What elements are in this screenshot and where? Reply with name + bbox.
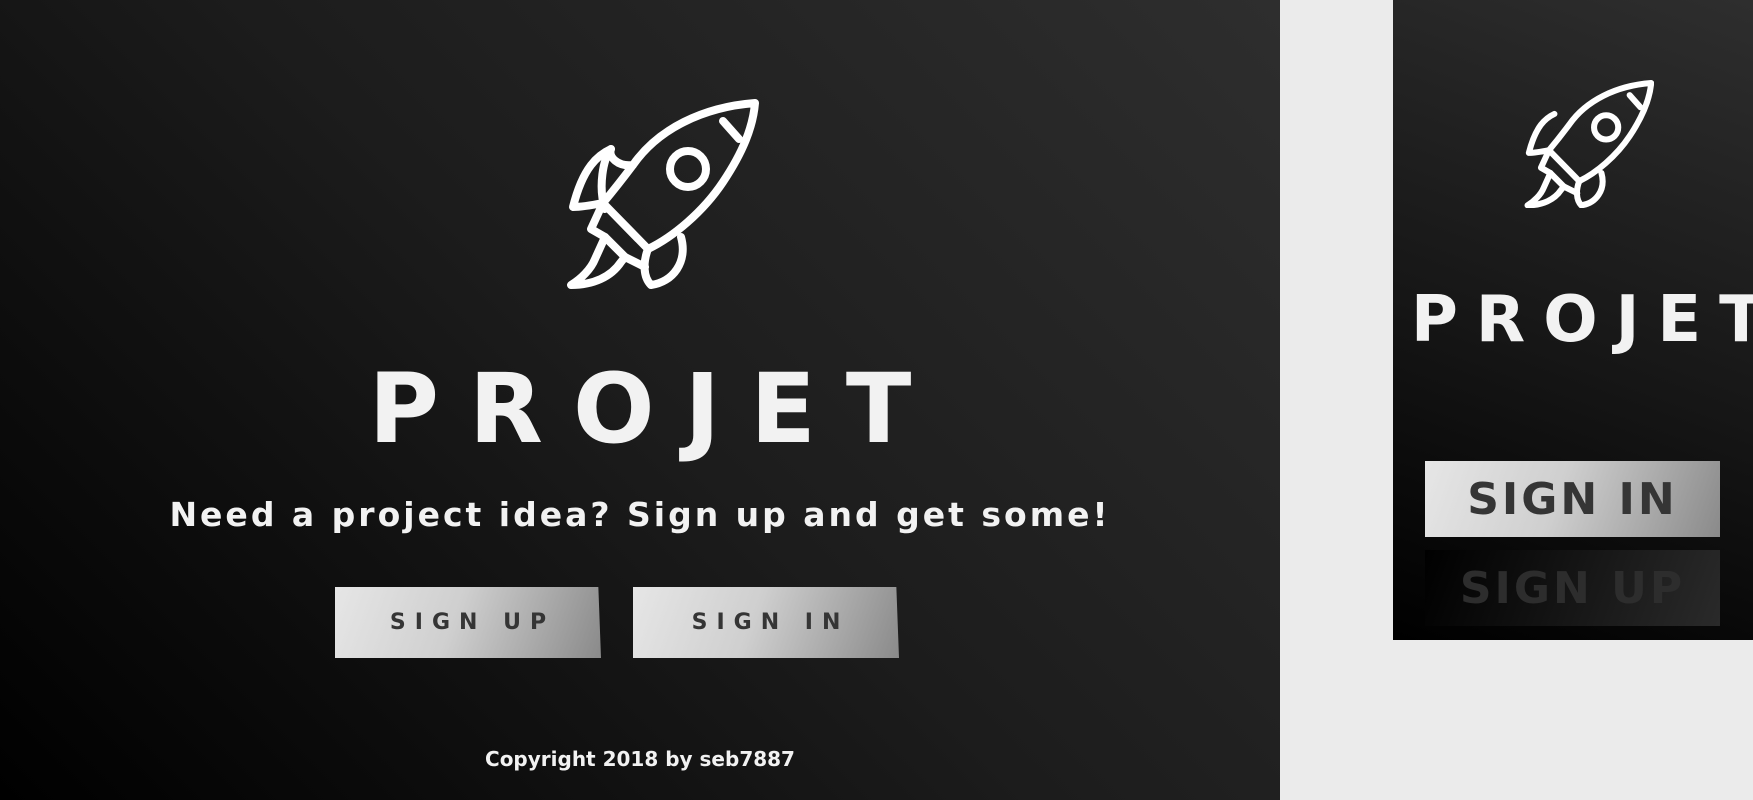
mobile-sign-up-button[interactable]: SIGN UP [1425, 550, 1720, 626]
rocket-icon [567, 99, 759, 289]
page-title: PROJET [368, 353, 942, 465]
copyright-footer: Copyright 2018 by seb7887 [485, 747, 795, 771]
sign-in-button[interactable]: SIGN IN [633, 587, 899, 658]
rocket-icon [1524, 80, 1654, 208]
tagline: Need a project idea? Sign up and get som… [169, 495, 1111, 534]
mobile-sign-in-button[interactable]: SIGN IN [1425, 461, 1720, 537]
mobile-page-title: PROJET [1411, 283, 1753, 357]
sign-up-button[interactable]: SIGN UP [335, 587, 601, 658]
